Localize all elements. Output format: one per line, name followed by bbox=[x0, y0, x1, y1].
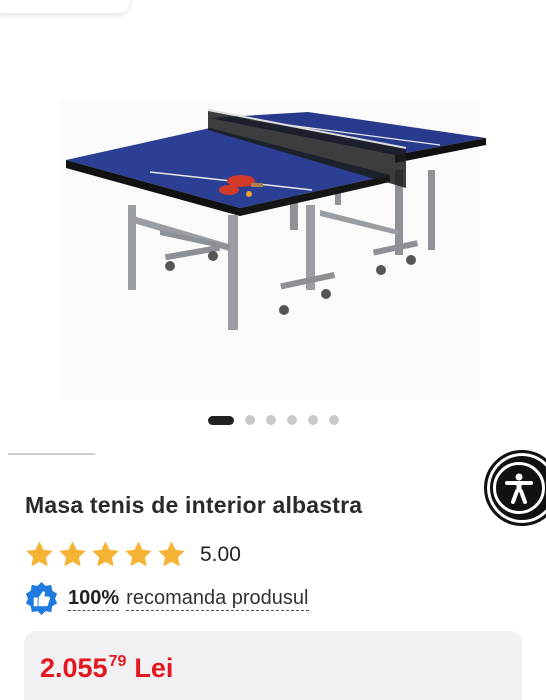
pagination-dot[interactable] bbox=[265, 415, 276, 425]
thumbs-up-badge-icon bbox=[25, 581, 58, 616]
recommend-percent: 100% bbox=[68, 587, 120, 611]
product-title: Masa tenis de interior albastra bbox=[25, 492, 363, 518]
star-icon bbox=[125, 541, 152, 567]
price-main: 2.055 bbox=[40, 653, 108, 683]
star-icon bbox=[26, 541, 53, 567]
star-icon bbox=[92, 541, 119, 567]
ping-pong-table-image bbox=[60, 100, 486, 400]
product-rating[interactable]: 5.00 bbox=[24, 539, 241, 570]
recommend-text: recomanda produsul bbox=[126, 587, 309, 611]
pagination-dot[interactable] bbox=[307, 415, 318, 425]
rating-stars bbox=[24, 539, 187, 570]
accessibility-button[interactable] bbox=[484, 450, 546, 526]
section-divider bbox=[8, 453, 95, 455]
product-image-gallery[interactable] bbox=[0, 20, 546, 400]
price-decimals: 79 bbox=[108, 653, 127, 670]
pagination-dot-active[interactable] bbox=[207, 415, 234, 425]
gallery-pagination bbox=[0, 415, 546, 425]
pagination-dot[interactable] bbox=[286, 415, 297, 425]
top-card-edge bbox=[0, 0, 130, 13]
price-card: 2.055 79 Lei bbox=[24, 631, 522, 700]
pagination-dot[interactable] bbox=[244, 415, 255, 425]
accessibility-icon bbox=[493, 462, 545, 514]
pagination-dot[interactable] bbox=[328, 415, 339, 425]
star-icon bbox=[158, 541, 185, 567]
product-price: 2.055 79 Lei bbox=[40, 653, 173, 683]
recommendation-row[interactable]: 100% recomanda produsul bbox=[24, 581, 309, 616]
price-currency: Lei bbox=[134, 653, 174, 683]
rating-value: 5.00 bbox=[200, 542, 241, 566]
star-icon bbox=[59, 541, 86, 567]
